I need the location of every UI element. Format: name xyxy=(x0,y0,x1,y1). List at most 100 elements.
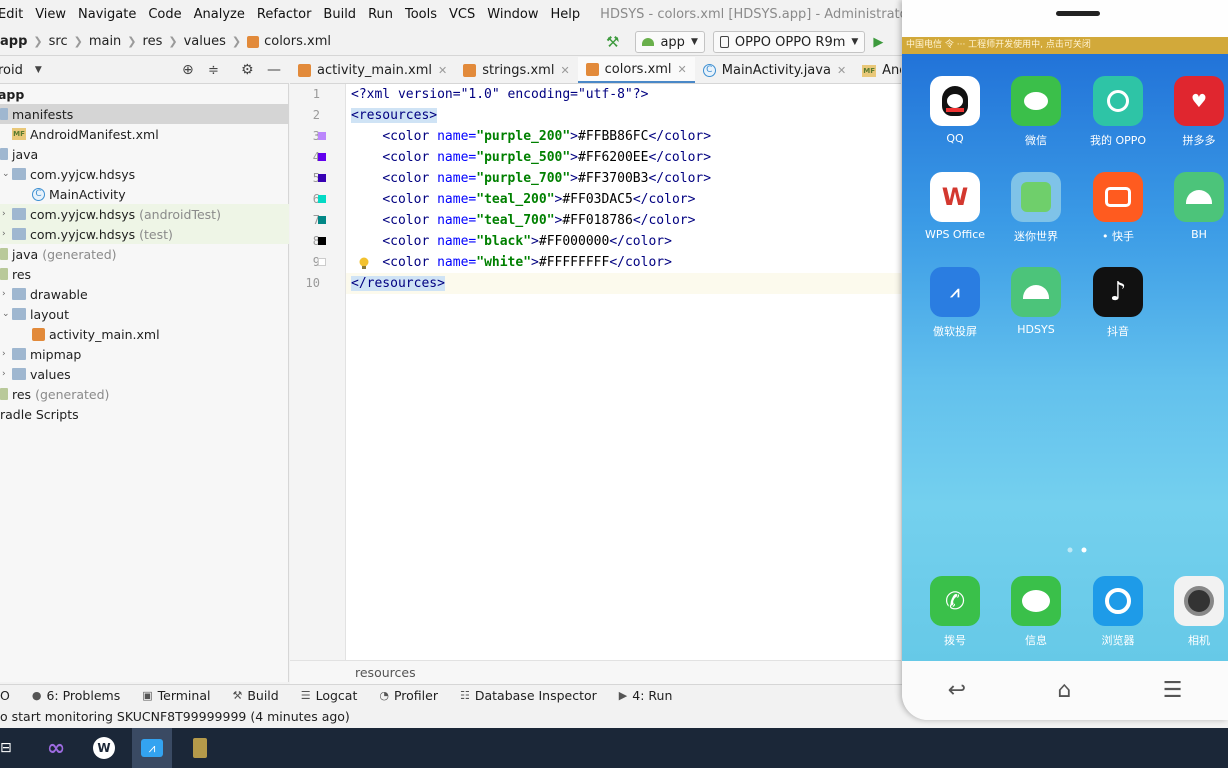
menu-window[interactable]: Window xyxy=(481,7,544,22)
app-hdsys[interactable]: HDSYS xyxy=(995,267,1077,336)
app-messages[interactable]: 信息 xyxy=(995,576,1077,648)
color-swatch[interactable] xyxy=(318,195,326,203)
home-icon[interactable]: ⌂ xyxy=(1057,678,1071,703)
project-view-selector[interactable]: roid xyxy=(0,63,23,78)
lightbulb-icon[interactable] xyxy=(358,257,370,271)
color-swatch[interactable] xyxy=(318,153,326,161)
tab-label: activity_main.xml xyxy=(317,63,433,78)
app-apowermirror[interactable]: ⩘ 傲软投屏 xyxy=(914,267,996,339)
tab-androidmanifest[interactable]: MF AndroidMar xyxy=(854,57,901,83)
app-kuaishou[interactable]: • 快手 xyxy=(1077,172,1159,244)
menu-help[interactable]: Help xyxy=(545,7,587,22)
breadcrumb-main[interactable]: main ❯ xyxy=(89,34,143,49)
app-wps-office[interactable]: W WPS Office xyxy=(914,172,996,241)
tab-colors[interactable]: colors.xml ✕ xyxy=(577,57,695,83)
app-pinduoduo[interactable]: ♥ 拼多多 xyxy=(1158,76,1228,148)
tool-window-todo[interactable]: O xyxy=(0,688,10,703)
tree-item-manifests[interactable]: manifests xyxy=(0,104,289,124)
breadcrumb-res[interactable]: res ❯ xyxy=(143,34,184,49)
back-icon[interactable]: ↩ xyxy=(948,678,966,703)
app-qq[interactable]: QQ xyxy=(914,76,996,145)
menu-run[interactable]: Run xyxy=(362,7,399,22)
menu-view[interactable]: View xyxy=(29,7,72,22)
phone-status-bar[interactable]: 中国电信 令 ··· 工程师开发使用中, 点击可关闭 xyxy=(902,37,1228,54)
tree-item-java[interactable]: java xyxy=(0,144,289,164)
color-swatch[interactable] xyxy=(318,258,326,266)
color-swatch[interactable] xyxy=(318,132,326,140)
menu-code[interactable]: Code xyxy=(142,7,187,22)
tab-label: AndroidMar xyxy=(882,63,901,78)
class-icon: C xyxy=(32,187,45,201)
tree-item-res-generated[interactable]: res (generated) xyxy=(0,384,289,404)
color-swatch[interactable] xyxy=(318,174,326,182)
app-label: • 快手 xyxy=(1102,230,1134,243)
tree-item-res[interactable]: res xyxy=(0,264,289,284)
color-swatch[interactable] xyxy=(318,216,326,224)
wps-taskbar-icon[interactable]: W xyxy=(84,728,124,768)
tree-item-androidmanifest[interactable]: MF AndroidManifest.xml xyxy=(0,124,289,144)
tab-strings[interactable]: strings.xml ✕ xyxy=(455,57,577,83)
locate-icon[interactable]: ⊕ xyxy=(182,62,194,78)
tree-item-package-androidtest[interactable]: › com.yyjcw.hdsys (androidTest) xyxy=(0,204,289,224)
close-icon[interactable]: ✕ xyxy=(560,64,569,77)
app-dialer[interactable]: ✆ 拨号 xyxy=(914,576,996,648)
app-wechat[interactable]: 微信 xyxy=(995,76,1077,148)
tree-item-values[interactable]: › values xyxy=(0,364,289,384)
close-icon[interactable]: ✕ xyxy=(438,64,447,77)
app-taskbar-icon[interactable] xyxy=(180,728,220,768)
tool-window-database-inspector[interactable]: ☷ Database Inspector xyxy=(460,688,597,703)
tree-item-activity-main[interactable]: activity_main.xml xyxy=(0,324,289,344)
tool-window-problems[interactable]: ● 6: Problems xyxy=(32,688,120,703)
tool-window-logcat[interactable]: ☰ Logcat xyxy=(301,688,358,703)
menu-icon[interactable]: ☰ xyxy=(1163,678,1183,703)
gear-icon[interactable]: ⚙ xyxy=(241,62,254,78)
tool-window-profiler[interactable]: ◔ Profiler xyxy=(379,688,438,703)
breadcrumb-colors-xml[interactable]: colors.xml xyxy=(247,34,331,49)
tree-item-layout[interactable]: ⌄ layout xyxy=(0,304,289,324)
menu-tools[interactable]: Tools xyxy=(399,7,443,22)
tree-item-drawable[interactable]: › drawable xyxy=(0,284,289,304)
menu-edit[interactable]: Edit xyxy=(0,7,29,22)
breadcrumb-app[interactable]: app ❯ xyxy=(0,34,49,49)
apowermirror-taskbar-icon[interactable]: ⩘ xyxy=(132,728,172,768)
dropdown-arrow-icon[interactable]: ▼ xyxy=(35,65,42,75)
menu-build[interactable]: Build xyxy=(317,7,362,22)
module-selector[interactable]: app ▼ xyxy=(635,31,705,53)
tree-item-gradle-scripts[interactable]: radle Scripts xyxy=(0,404,289,424)
tool-window-terminal[interactable]: ▣ Terminal xyxy=(142,688,210,703)
app-douyin[interactable]: ♪ 抖音 xyxy=(1077,267,1159,339)
tool-window-build[interactable]: ⚒ Build xyxy=(232,688,278,703)
breadcrumb-label: colors.xml xyxy=(264,34,331,49)
task-view-icon[interactable]: ⊟ xyxy=(0,728,20,768)
menu-navigate[interactable]: Navigate xyxy=(72,7,142,22)
color-swatch[interactable] xyxy=(318,237,326,245)
hammer-icon[interactable]: ⚒ xyxy=(606,33,619,51)
visual-studio-icon[interactable]: ∞ xyxy=(36,728,76,768)
run-icon[interactable]: ▶ xyxy=(873,35,883,50)
tool-window-run[interactable]: ▶ 4: Run xyxy=(619,688,673,703)
tree-item-java-generated[interactable]: java (generated) xyxy=(0,244,289,264)
tree-item-mipmap[interactable]: › mipmap xyxy=(0,344,289,364)
breadcrumb-src[interactable]: src ❯ xyxy=(49,34,89,49)
collapse-all-icon[interactable]: ≑ xyxy=(208,63,219,78)
tab-activity-main[interactable]: activity_main.xml ✕ xyxy=(290,57,455,83)
device-selector[interactable]: OPPO OPPO R9m ▼ xyxy=(712,31,866,53)
tree-item-app[interactable]: app xyxy=(0,84,289,104)
app-mini-world[interactable]: 迷你世界 xyxy=(995,172,1077,244)
app-bh[interactable]: BH xyxy=(1158,172,1228,241)
tab-mainactivity[interactable]: C MainActivity.java ✕ xyxy=(695,57,854,83)
breadcrumb-values[interactable]: values ❯ xyxy=(184,34,248,49)
app-camera[interactable]: 相机 xyxy=(1158,576,1228,648)
close-icon[interactable]: ✕ xyxy=(678,63,687,76)
tree-item-package-test[interactable]: › com.yyjcw.hdsys (test) xyxy=(0,224,289,244)
menu-refactor[interactable]: Refactor xyxy=(251,7,318,22)
minimize-icon[interactable]: — xyxy=(267,62,281,78)
tree-item-package[interactable]: ⌄ com.yyjcw.hdsys xyxy=(0,164,289,184)
menu-analyze[interactable]: Analyze xyxy=(188,7,251,22)
tree-item-mainactivity[interactable]: C MainActivity xyxy=(0,184,289,204)
editor-breadcrumb[interactable]: resources xyxy=(290,660,901,684)
app-browser[interactable]: 浏览器 xyxy=(1077,576,1159,648)
menu-vcs[interactable]: VCS xyxy=(443,7,481,22)
close-icon[interactable]: ✕ xyxy=(837,64,846,77)
app-my-oppo[interactable]: 我的 OPPO xyxy=(1077,76,1159,148)
